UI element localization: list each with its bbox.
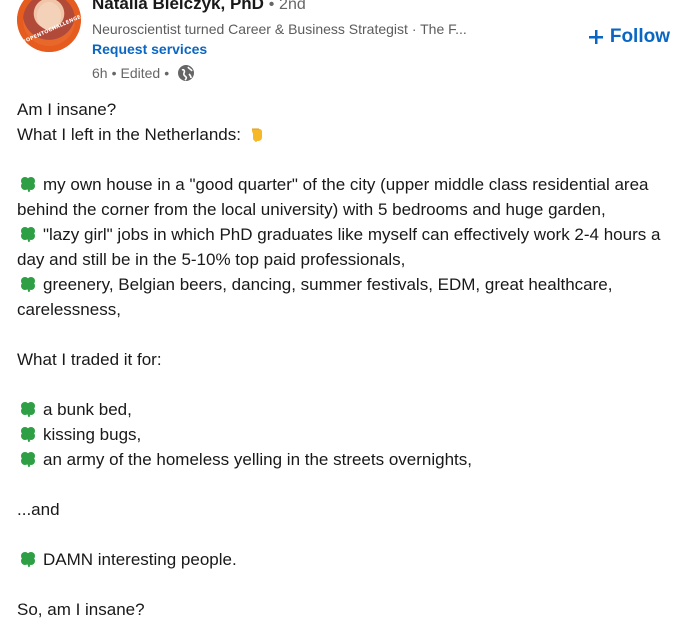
traded-item-text: a bunk bed, bbox=[43, 400, 132, 419]
pointing-down-hand-icon bbox=[248, 125, 266, 143]
globe-icon bbox=[177, 64, 195, 82]
four-leaf-clover-icon bbox=[19, 275, 37, 293]
post-time: 6h bbox=[92, 65, 108, 81]
traded-item-text: an army of the homeless yelling in the s… bbox=[43, 450, 472, 469]
final-item: DAMN interesting people. bbox=[17, 547, 677, 572]
left-item-text: "lazy girl" jobs in which PhD graduates … bbox=[17, 225, 661, 269]
left-item: "lazy girl" jobs in which PhD graduates … bbox=[17, 222, 677, 272]
four-leaf-clover-icon bbox=[19, 425, 37, 443]
final-item-text: DAMN interesting people. bbox=[43, 550, 237, 569]
meta-separator: • bbox=[164, 65, 170, 81]
edited-label: Edited bbox=[120, 65, 161, 81]
left-item: greenery, Belgian beers, dancing, summer… bbox=[17, 272, 677, 322]
left-item-text: my own house in a "good quarter" of the … bbox=[17, 175, 649, 219]
avatar[interactable]: #OPENTOCHALLENGE bbox=[17, 0, 81, 52]
author-name[interactable]: Natalia Bielczyk, PhD bbox=[92, 0, 264, 13]
follow-label: Follow bbox=[609, 26, 670, 47]
traded-item: a bunk bed, bbox=[17, 397, 677, 422]
left-item: my own house in a "good quarter" of the … bbox=[17, 172, 677, 222]
follow-button[interactable]: Follow bbox=[587, 25, 670, 49]
four-leaf-clover-icon bbox=[19, 550, 37, 568]
post-intro-line: Am I insane? bbox=[17, 100, 117, 119]
request-services-link[interactable]: Request services bbox=[92, 40, 207, 58]
connection-degree-separator: • bbox=[268, 0, 275, 13]
traded-heading: What I traded it for: bbox=[17, 350, 162, 369]
post-intro-line: What I left in the Netherlands: bbox=[17, 122, 677, 147]
post-content: Am I insane? What I left in the Netherla… bbox=[17, 97, 677, 622]
post-intro-text: What I left in the Netherlands: bbox=[17, 125, 241, 144]
and-line: ...and bbox=[17, 500, 60, 519]
four-leaf-clover-icon bbox=[19, 175, 37, 193]
author-name-row: Natalia Bielczyk, PhD • 2nd bbox=[92, 0, 306, 15]
author-headline: Neuroscientist turned Career & Business … bbox=[92, 21, 467, 37]
post-header: #OPENTOCHALLENGE Natalia Bielczyk, PhD •… bbox=[0, 0, 687, 92]
post-meta: 6h • Edited • bbox=[92, 63, 195, 83]
traded-item: kissing bugs, bbox=[17, 422, 677, 447]
traded-item-text: kissing bugs, bbox=[43, 425, 142, 444]
traded-item: an army of the homeless yelling in the s… bbox=[17, 447, 677, 472]
four-leaf-clover-icon bbox=[19, 450, 37, 468]
closing-line: So, am I insane? bbox=[17, 600, 145, 619]
plus-icon bbox=[587, 28, 605, 46]
four-leaf-clover-icon bbox=[19, 225, 37, 243]
four-leaf-clover-icon bbox=[19, 400, 37, 418]
meta-separator: • bbox=[111, 65, 117, 81]
left-item-text: greenery, Belgian beers, dancing, summer… bbox=[17, 275, 613, 319]
connection-degree: 2nd bbox=[279, 0, 306, 13]
